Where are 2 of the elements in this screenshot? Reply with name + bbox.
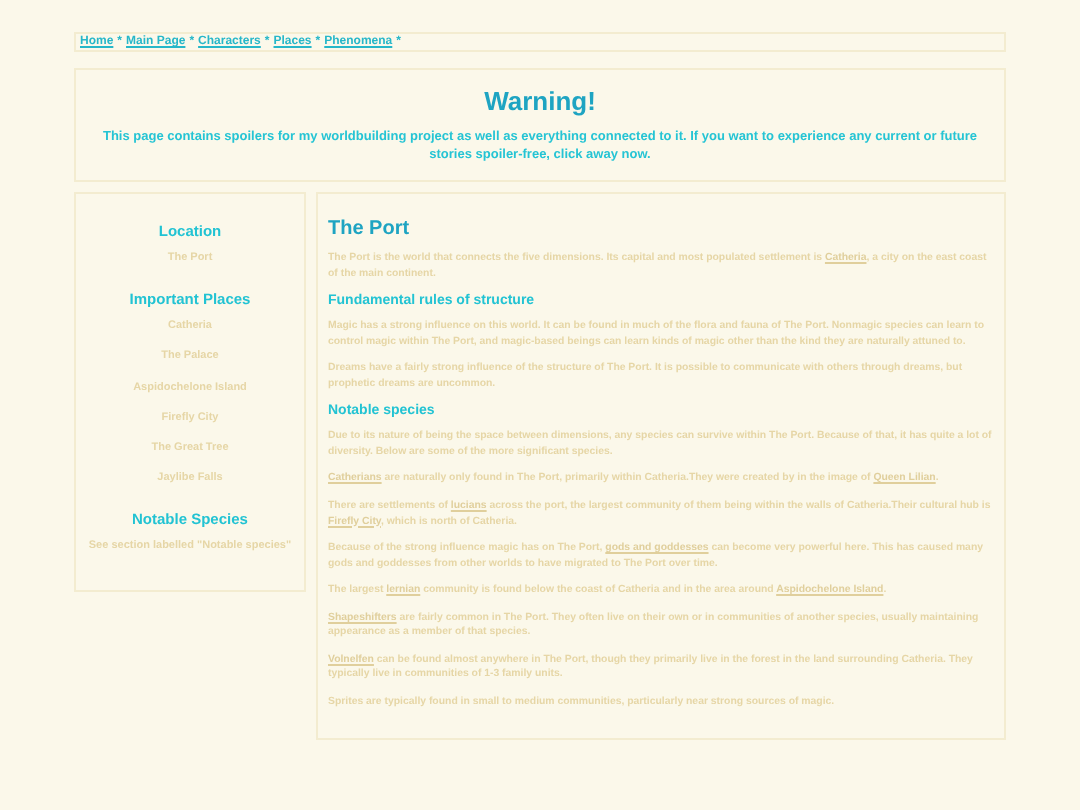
article-title: The Port [328, 218, 412, 241]
warning-title: Warning! [482, 86, 598, 116]
